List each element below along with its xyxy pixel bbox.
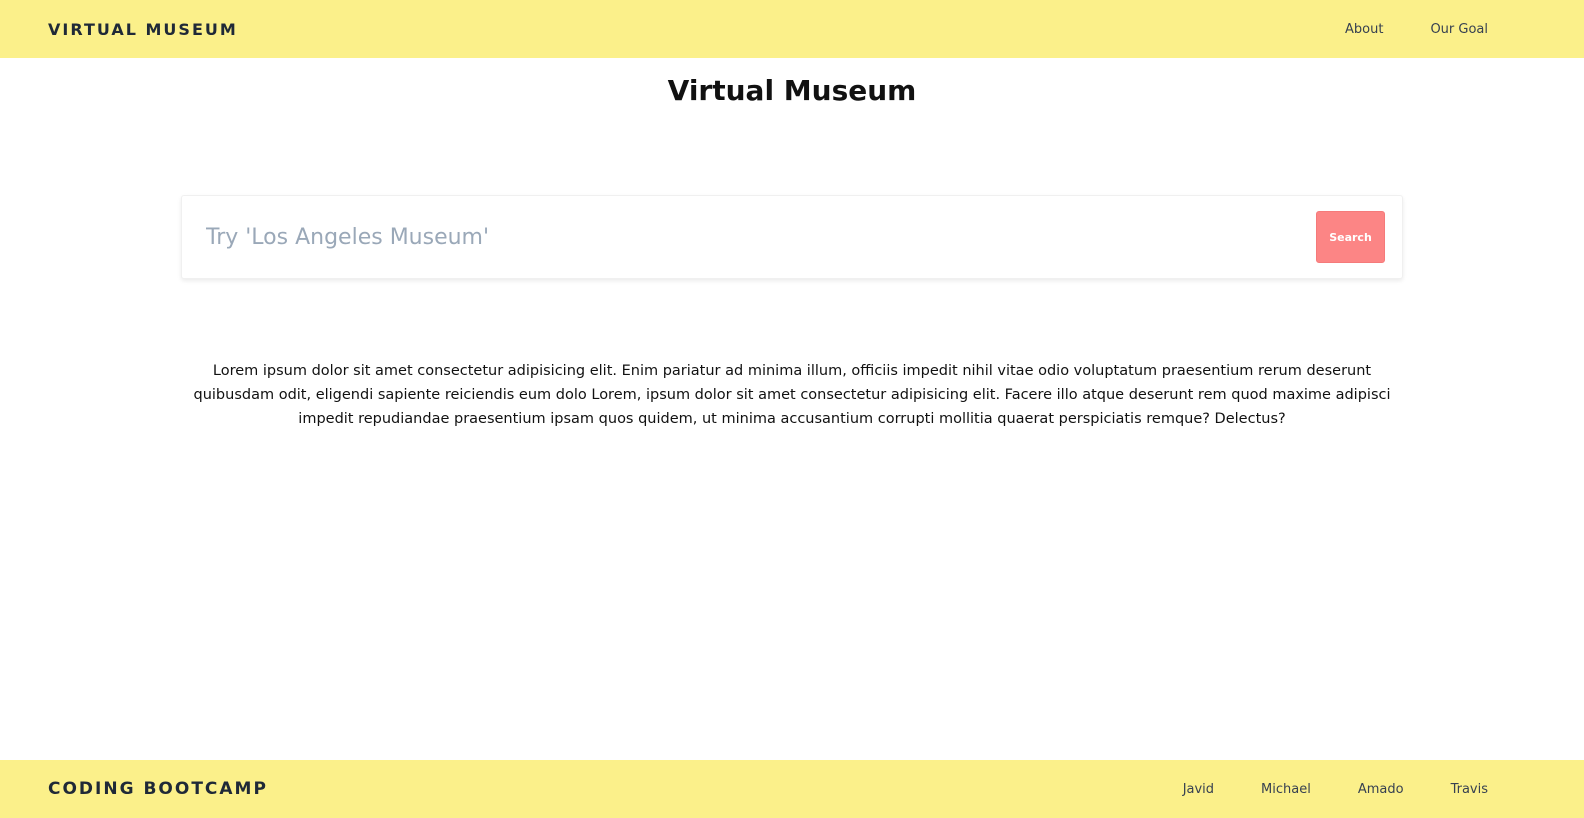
footer-link-michael[interactable]: Michael — [1261, 782, 1311, 797]
footer: CODING BOOTCAMP Javid Michael Amado Trav… — [0, 760, 1584, 818]
top-nav: About Our Goal — [1345, 22, 1488, 37]
page: VIRTUAL MUSEUM About Our Goal Virtual Mu… — [0, 0, 1584, 818]
footer-link-amado[interactable]: Amado — [1358, 782, 1404, 797]
search-input[interactable] — [206, 212, 1316, 262]
footer-nav: Javid Michael Amado Travis — [1183, 782, 1488, 797]
footer-brand-link[interactable]: CODING BOOTCAMP — [48, 779, 268, 799]
nav-link-our-goal[interactable]: Our Goal — [1430, 22, 1488, 37]
top-navbar: VIRTUAL MUSEUM About Our Goal — [0, 0, 1584, 58]
search-card: Search — [181, 195, 1403, 279]
intro-paragraph: Lorem ipsum dolor sit amet consectetur a… — [193, 363, 1391, 427]
footer-link-travis[interactable]: Travis — [1451, 782, 1488, 797]
footer-link-javid[interactable]: Javid — [1183, 782, 1214, 797]
brand-logo-link[interactable]: VIRTUAL MUSEUM — [48, 20, 238, 39]
nav-link-about[interactable]: About — [1345, 22, 1383, 37]
search-button[interactable]: Search — [1316, 211, 1385, 263]
page-title: Virtual Museum — [667, 74, 917, 107]
